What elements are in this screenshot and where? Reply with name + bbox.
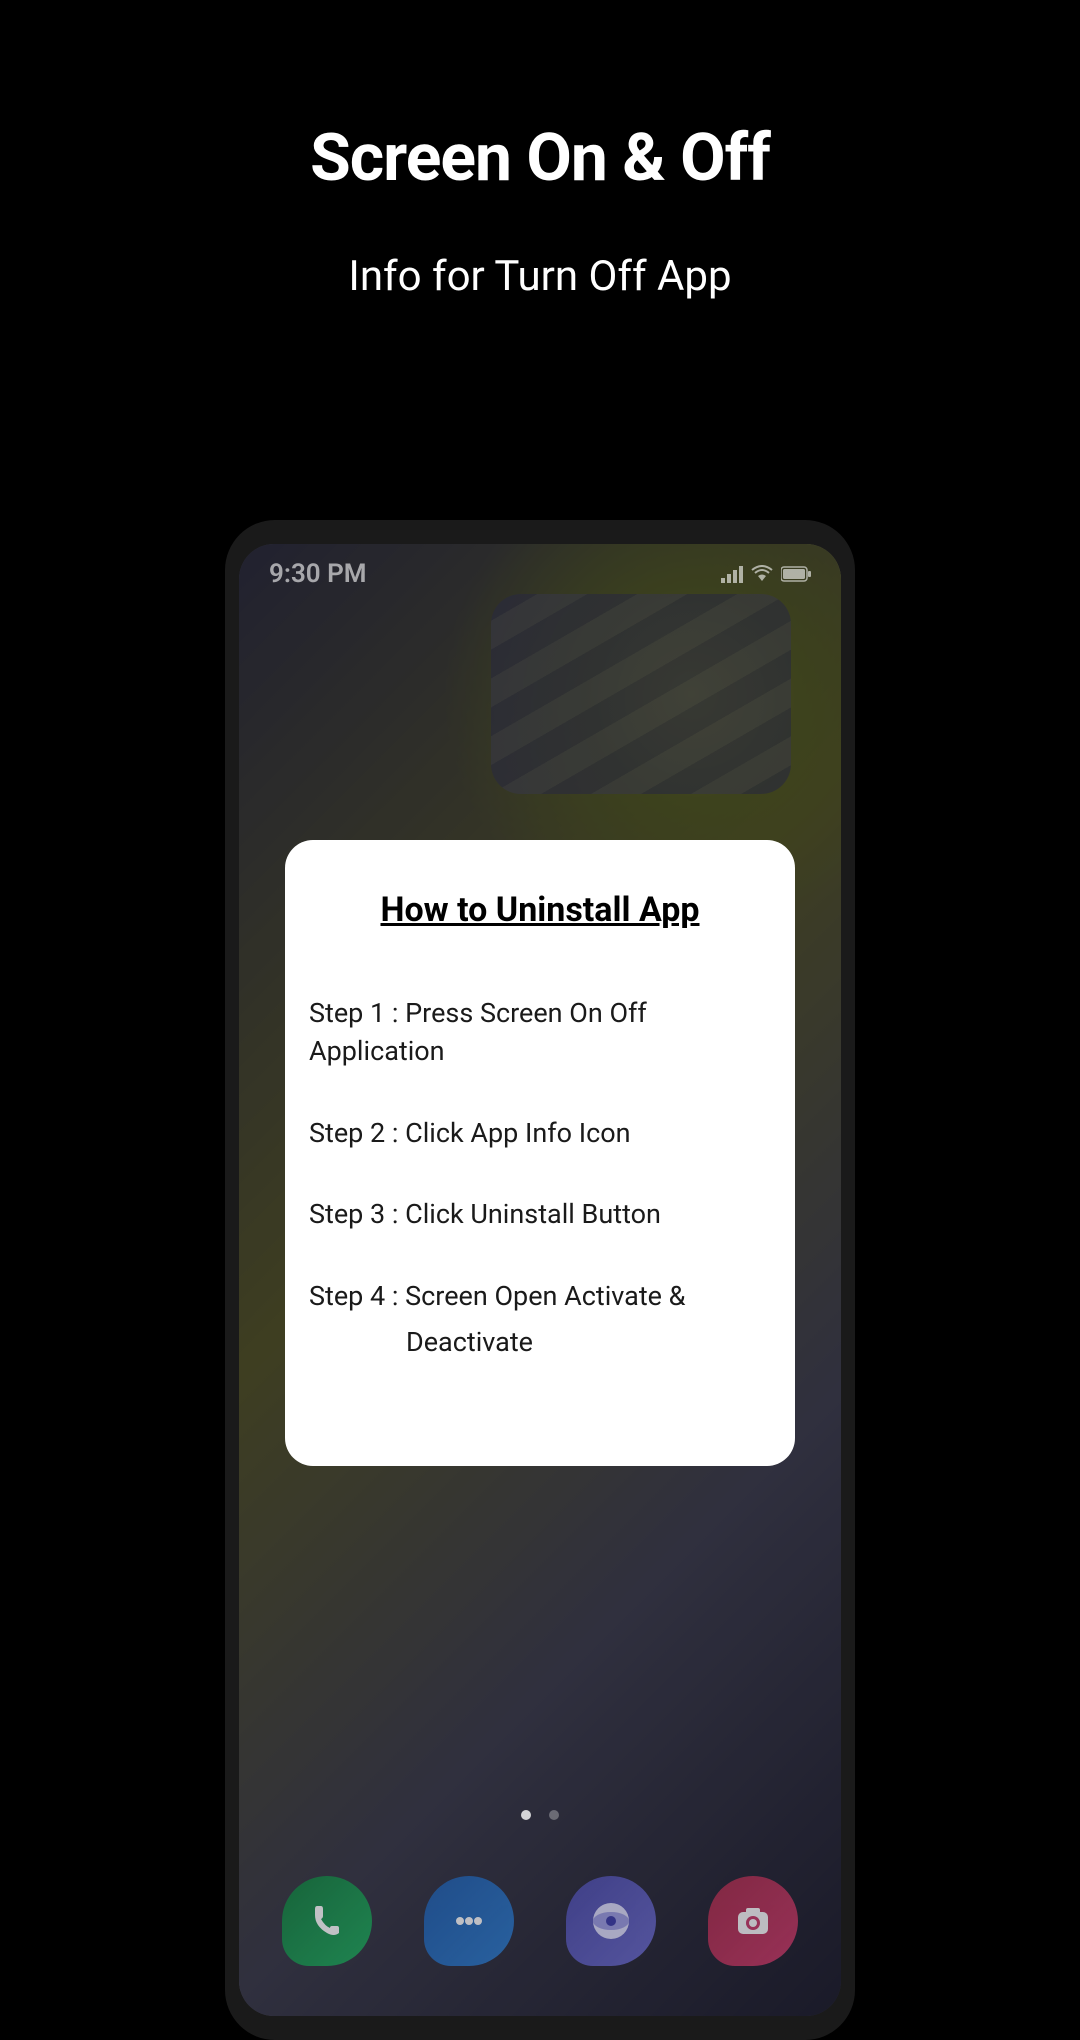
phone-screen: 9:30 PM bbox=[239, 544, 841, 2016]
phone-frame: 9:30 PM bbox=[225, 520, 855, 2040]
page-subtitle: Info for Turn Off App bbox=[0, 252, 1080, 301]
status-icons bbox=[721, 565, 811, 583]
dock bbox=[282, 1876, 798, 1966]
signal-icon bbox=[721, 565, 743, 583]
status-bar: 9:30 PM bbox=[239, 544, 841, 604]
status-time: 9:30 PM bbox=[269, 559, 367, 589]
browser-app-icon[interactable] bbox=[566, 1876, 656, 1966]
step-1: Step 1 : Press Screen On Off Application bbox=[309, 995, 771, 1071]
messages-icon bbox=[448, 1900, 490, 1942]
step-4-continuation: Deactivate bbox=[309, 1324, 771, 1362]
browser-icon bbox=[589, 1899, 633, 1943]
wifi-icon bbox=[751, 565, 773, 583]
step-4: Step 4 : Screen Open Activate & bbox=[309, 1278, 771, 1316]
battery-icon bbox=[781, 566, 811, 582]
camera-app-icon[interactable] bbox=[708, 1876, 798, 1966]
page-title: Screen On & Off bbox=[0, 120, 1080, 197]
phone-app-icon[interactable] bbox=[282, 1876, 372, 1966]
dialog-title: How to Uninstall App bbox=[309, 890, 771, 930]
camera-icon bbox=[732, 1900, 774, 1942]
page-indicators[interactable] bbox=[521, 1810, 559, 1820]
uninstall-info-dialog: How to Uninstall App Step 1 : Press Scre… bbox=[285, 840, 795, 1466]
step-2: Step 2 : Click App Info Icon bbox=[309, 1115, 771, 1153]
phone-icon bbox=[307, 1901, 347, 1941]
messages-app-icon[interactable] bbox=[424, 1876, 514, 1966]
step-3: Step 3 : Click Uninstall Button bbox=[309, 1196, 771, 1234]
page-indicator-1[interactable] bbox=[521, 1810, 531, 1820]
page-indicator-2[interactable] bbox=[549, 1810, 559, 1820]
